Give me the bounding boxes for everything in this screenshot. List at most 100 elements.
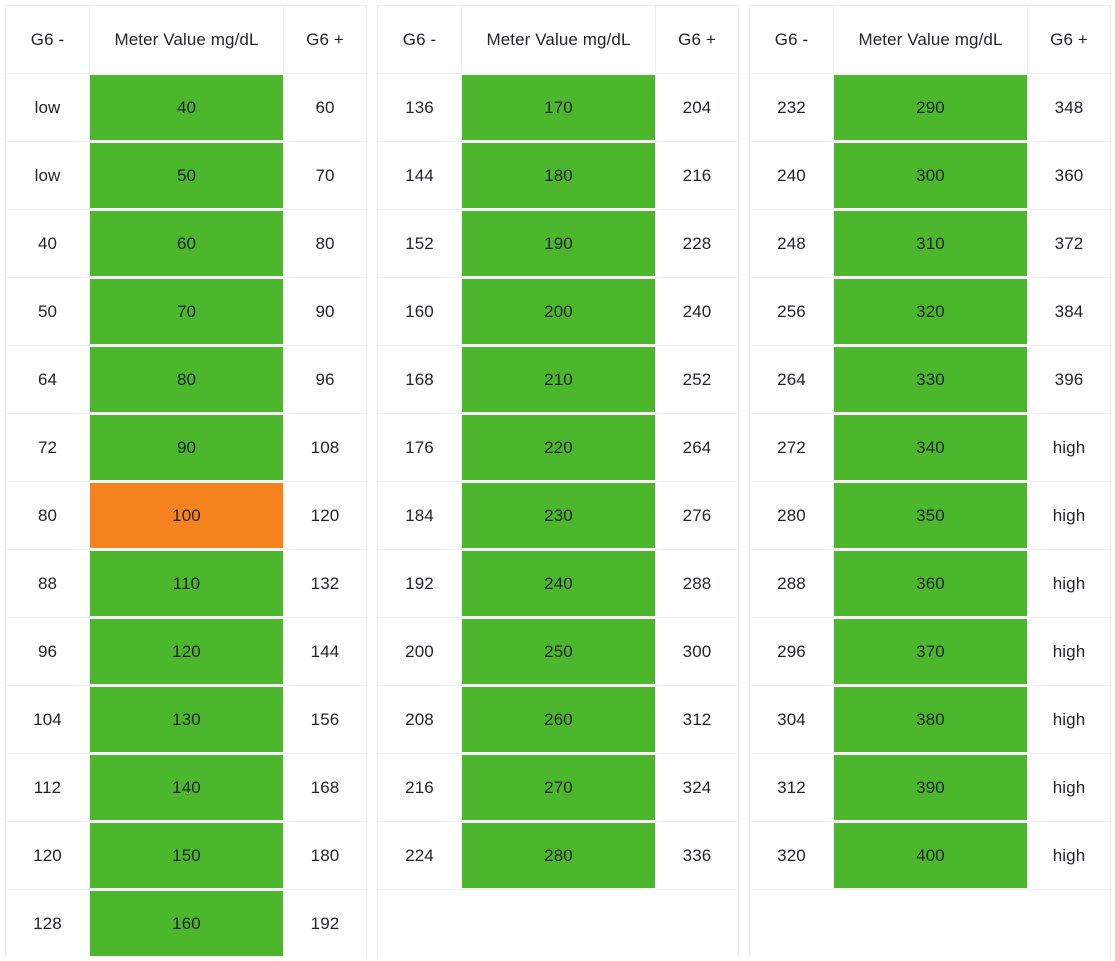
table-row: 64 80 96 <box>6 346 366 414</box>
meter-value-block: 90 <box>90 414 283 481</box>
cell-g6-minus: 64 <box>6 346 90 413</box>
meter-value-block: 350 <box>834 482 1027 549</box>
cell-meter-value: 170 <box>462 74 656 141</box>
table-row: 128 160 192 <box>6 890 366 956</box>
cell-g6-plus: high <box>1052 709 1086 729</box>
cell-g6-minus: 216 <box>378 754 462 821</box>
cell-g6-plus: 204 <box>682 97 712 117</box>
cell-g6-plus: 108 <box>310 437 340 457</box>
cell-g6-plus: 396 <box>1054 369 1084 389</box>
cell-g6-minus: 40 <box>6 210 90 277</box>
cell-g6-plus: 156 <box>310 709 340 729</box>
cell-meter-value: 110 <box>90 550 284 617</box>
cell-meter-value: 210 <box>462 346 656 413</box>
meter-value-block: 380 <box>834 686 1027 753</box>
cell-g6-minus: 224 <box>378 822 462 889</box>
cell-g6-minus: 304 <box>750 686 834 753</box>
cell-meter-value: 240 <box>462 550 656 617</box>
cell-g6-minus: 80 <box>6 482 90 549</box>
table-row: 72 90 108 <box>6 414 366 482</box>
meter-value-block: 140 <box>90 754 283 821</box>
column-header-g6-plus: G6 + <box>1050 29 1088 49</box>
table-row: 160 200 240 <box>378 278 738 346</box>
cell-g6-plus: 120 <box>310 505 340 525</box>
cell-g6-minus: 192 <box>378 550 462 617</box>
table-row: 232 290 348 <box>750 74 1110 142</box>
column-header-meter-value: Meter Value mg/dL <box>90 6 284 73</box>
cell-g6-plus: 360 <box>1054 165 1084 185</box>
meter-value-highlight-block: 100 <box>90 482 283 549</box>
cell-meter-value: 310 <box>834 210 1028 277</box>
cell-meter-value: 220 <box>462 414 656 481</box>
cell-meter-value: 230 <box>462 482 656 549</box>
table-row: low 40 60 <box>6 74 366 142</box>
cell-g6-plus: high <box>1052 573 1086 593</box>
cell-g6-plus: 132 <box>310 573 340 593</box>
cell-g6-minus: low <box>6 74 90 141</box>
table-row: 168 210 252 <box>378 346 738 414</box>
cell-meter-value: 130 <box>90 686 284 753</box>
cell-g6-minus: 320 <box>750 822 834 889</box>
cell-meter-value: 190 <box>462 210 656 277</box>
conversion-tables-container: G6 - Meter Value mg/dL G6 + low 40 60 low 50 70 4… <box>0 0 1115 961</box>
cell-meter-value: 360 <box>834 550 1028 617</box>
meter-value-block: 360 <box>834 550 1027 617</box>
cell-g6-plus: high <box>1052 777 1086 797</box>
cell-g6-minus: 200 <box>378 618 462 685</box>
table-row: 256 320 384 <box>750 278 1110 346</box>
cell-g6-plus: 228 <box>682 233 712 253</box>
meter-value-block: 370 <box>834 618 1027 685</box>
cell-meter-value: 390 <box>834 754 1028 821</box>
cell-g6-minus: 112 <box>6 754 90 821</box>
table-row: 320 400 high <box>750 822 1110 890</box>
cell-g6-plus: 80 <box>315 233 335 253</box>
cell-g6-plus: 336 <box>682 845 712 865</box>
table-row: 96 120 144 <box>6 618 366 686</box>
cell-g6-minus: 248 <box>750 210 834 277</box>
meter-value-block: 80 <box>90 346 283 413</box>
column-header-meter-value-label: Meter Value mg/dL <box>114 29 259 49</box>
cell-g6-plus: 288 <box>682 573 712 593</box>
cell-meter-value: 50 <box>90 142 284 209</box>
cell-g6-plus: 240 <box>682 301 712 321</box>
meter-value-block: 170 <box>462 74 655 141</box>
cell-meter-value: 340 <box>834 414 1028 481</box>
column-header-g6-minus: G6 - <box>6 6 90 73</box>
meter-value-block: 240 <box>462 550 655 617</box>
meter-value-block: 320 <box>834 278 1027 345</box>
cell-meter-value: 350 <box>834 482 1028 549</box>
cell-g6-plus: 70 <box>315 165 335 185</box>
table-row: 264 330 396 <box>750 346 1110 414</box>
cell-meter-value: 60 <box>90 210 284 277</box>
cell-g6-minus: 104 <box>6 686 90 753</box>
meter-value-block: 390 <box>834 754 1027 821</box>
conversion-table-1: G6 - Meter Value mg/dL G6 + low 40 60 low 50 70 4… <box>5 5 367 956</box>
meter-value-block: 260 <box>462 686 655 753</box>
cell-g6-minus: 264 <box>750 346 834 413</box>
table-row: 208 260 312 <box>378 686 738 754</box>
meter-value-block: 340 <box>834 414 1027 481</box>
cell-g6-minus: 296 <box>750 618 834 685</box>
meter-value-block: 190 <box>462 210 655 277</box>
cell-g6-plus: high <box>1052 641 1086 661</box>
cell-meter-value: 250 <box>462 618 656 685</box>
cell-meter-value: 160 <box>90 890 284 956</box>
table-row: 312 390 high <box>750 754 1110 822</box>
meter-value-block: 310 <box>834 210 1027 277</box>
table-row: 176 220 264 <box>378 414 738 482</box>
meter-value-block: 290 <box>834 74 1027 141</box>
table-header-row: G6 - Meter Value mg/dL G6 + <box>6 6 366 74</box>
conversion-table-3: G6 - Meter Value mg/dL G6 + 232 290 348 240 300… <box>749 5 1111 956</box>
table-row: 240 300 360 <box>750 142 1110 210</box>
table-row: 88 110 132 <box>6 550 366 618</box>
column-header-meter-value-label: Meter Value mg/dL <box>858 29 1003 49</box>
meter-value-block: 300 <box>834 142 1027 209</box>
cell-meter-value: 80 <box>90 346 284 413</box>
table-header-row: G6 - Meter Value mg/dL G6 + <box>750 6 1110 74</box>
conversion-table-2: G6 - Meter Value mg/dL G6 + 136 170 204 144 180… <box>377 5 739 956</box>
cell-g6-plus: 168 <box>310 777 340 797</box>
cell-g6-plus: 324 <box>682 777 712 797</box>
cell-g6-plus: 192 <box>310 913 340 933</box>
cell-g6-plus: 372 <box>1054 233 1084 253</box>
cell-meter-value: 300 <box>834 142 1028 209</box>
